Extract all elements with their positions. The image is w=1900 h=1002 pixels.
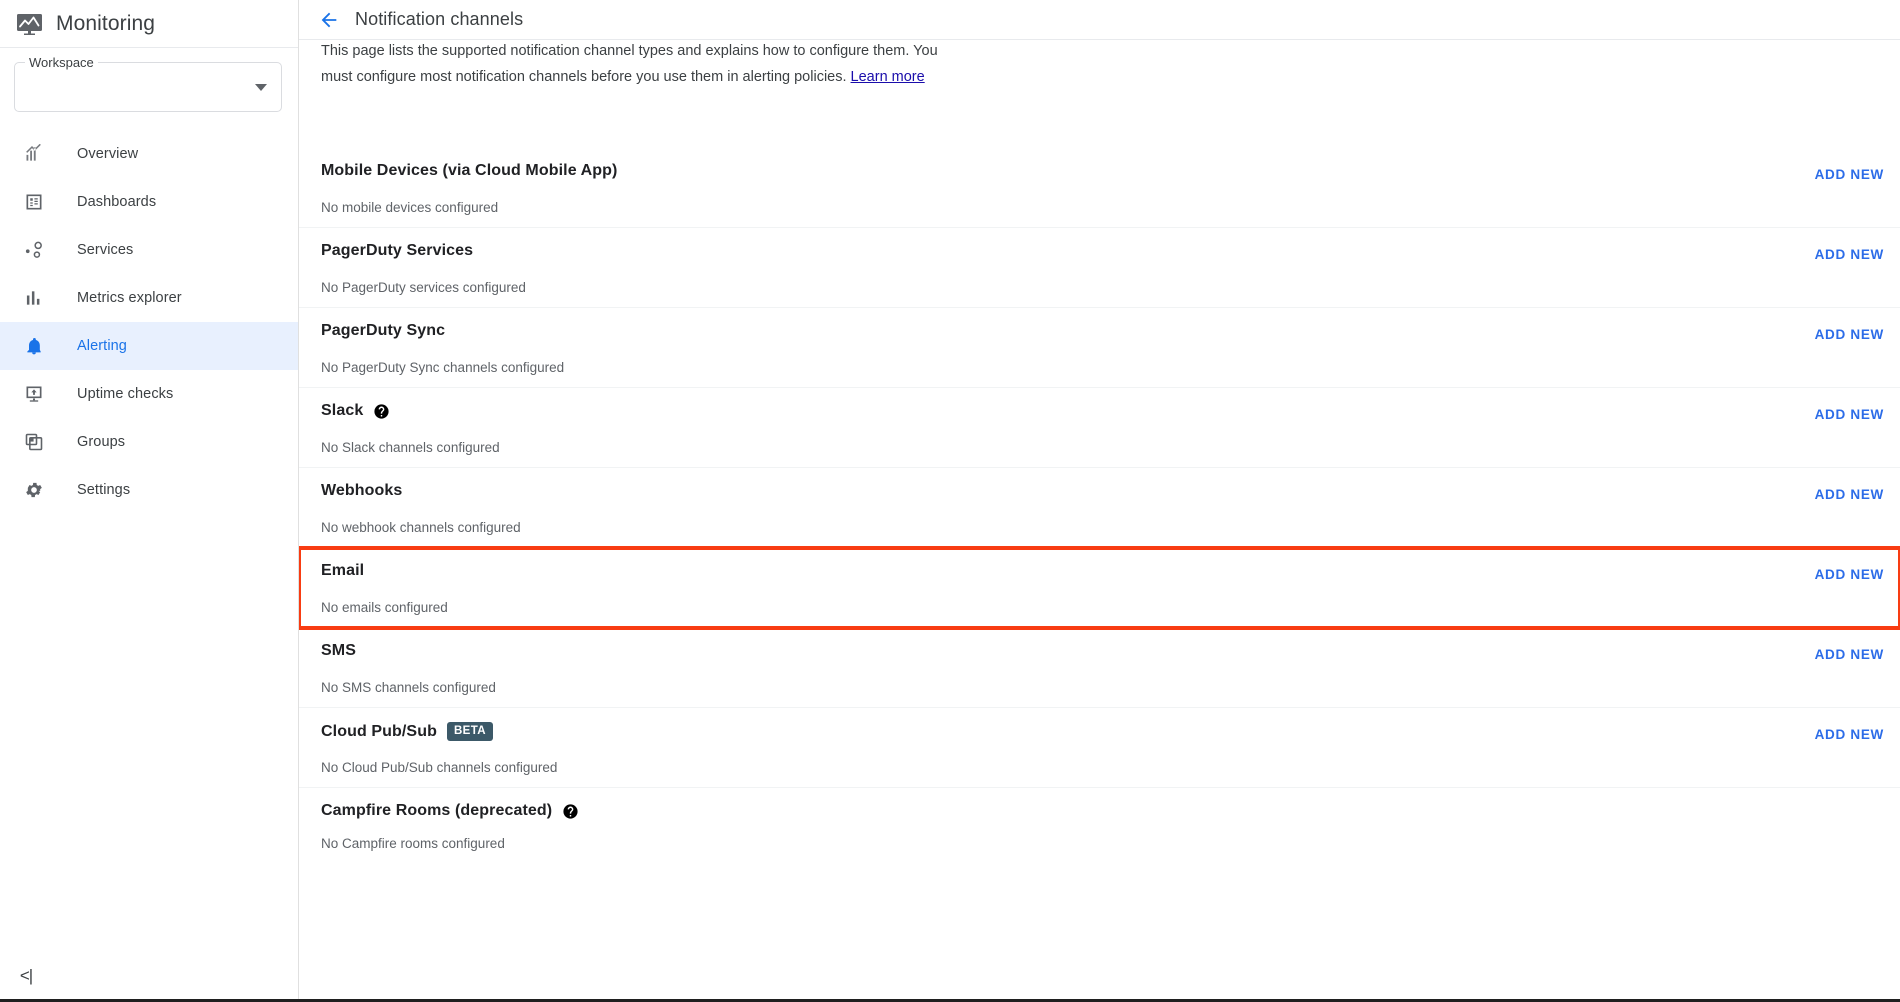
channel-title-wrap: Webhooks bbox=[321, 482, 402, 500]
page-title: Notification channels bbox=[355, 9, 524, 29]
channel-title: Campfire Rooms (deprecated) bbox=[321, 802, 553, 819]
channel-row-slack: Slack No Slack channels configured ADD N… bbox=[299, 388, 1900, 468]
sidebar-item-label: Settings bbox=[77, 482, 131, 498]
sidebar-item-dashboards[interactable]: Dashboards bbox=[0, 178, 298, 226]
workspace-select[interactable]: Workspace bbox=[14, 55, 282, 112]
channel-title-wrap: Slack bbox=[321, 402, 390, 420]
channel-title-wrap: Campfire Rooms (deprecated) bbox=[321, 802, 579, 820]
sidebar-item-label: Overview bbox=[77, 146, 139, 162]
chart-trend-icon bbox=[22, 142, 46, 166]
sidebar-item-services[interactable]: Services bbox=[0, 226, 298, 274]
channel-row-email: Email No emails configured ADD NEW bbox=[299, 546, 1900, 630]
channel-title: Webhooks bbox=[321, 482, 403, 499]
channel-title: Slack bbox=[321, 402, 364, 419]
workspace-selector-wrap: Workspace bbox=[0, 48, 298, 112]
add-new-button[interactable]: ADD NEW bbox=[1815, 487, 1884, 502]
channel-status: No mobile devices configured bbox=[321, 200, 499, 215]
channel-row-webhooks: Webhooks No webhook channels configured … bbox=[299, 468, 1900, 548]
beta-badge: BETA bbox=[446, 722, 494, 741]
sidebar-item-label: Dashboards bbox=[77, 194, 157, 210]
sidebar-item-label: Uptime checks bbox=[77, 386, 174, 402]
left-sidebar: Monitoring Workspace Overview Dashboards bbox=[0, 0, 299, 1002]
page-header: Notification channels bbox=[299, 0, 1900, 40]
channel-status: No PagerDuty services configured bbox=[321, 280, 526, 295]
channel-title: PagerDuty Sync bbox=[321, 322, 446, 339]
channel-row-cloud-pubsub: Cloud Pub/Sub BETA No Cloud Pub/Sub chan… bbox=[299, 708, 1900, 788]
collapse-sidebar-button[interactable]: <| bbox=[12, 964, 40, 988]
learn-more-link[interactable]: Learn more bbox=[851, 69, 925, 85]
channel-status: No emails configured bbox=[321, 600, 448, 615]
channel-title-wrap: Email bbox=[321, 562, 364, 580]
help-circle-icon[interactable] bbox=[373, 403, 390, 420]
channel-title-wrap: Mobile Devices (via Cloud Mobile App) bbox=[321, 162, 617, 180]
channel-title: SMS bbox=[321, 642, 356, 659]
sidebar-item-label: Groups bbox=[77, 434, 126, 450]
services-node-icon bbox=[22, 238, 46, 262]
channel-title-wrap: Cloud Pub/Sub BETA bbox=[321, 722, 494, 741]
bar-chart-icon bbox=[22, 286, 46, 310]
groups-layers-icon bbox=[22, 430, 46, 454]
sidebar-item-alerting[interactable]: Alerting bbox=[0, 322, 298, 370]
main-content: Notification channels This page lists th… bbox=[299, 0, 1900, 1002]
add-new-button[interactable]: ADD NEW bbox=[1815, 567, 1884, 582]
brand-title: Monitoring bbox=[56, 11, 156, 35]
channel-list: Mobile Devices (via Cloud Mobile App) No… bbox=[299, 148, 1900, 868]
chevron-down-icon[interactable] bbox=[255, 84, 267, 91]
channel-status: No Campfire rooms configured bbox=[321, 836, 505, 851]
channel-title-wrap: SMS bbox=[321, 642, 356, 660]
sidebar-item-overview[interactable]: Overview bbox=[0, 130, 298, 178]
dashboard-grid-icon bbox=[22, 190, 46, 214]
channel-status: No PagerDuty Sync channels configured bbox=[321, 360, 565, 375]
sidebar-item-settings[interactable]: Settings bbox=[0, 466, 298, 514]
add-new-button[interactable]: ADD NEW bbox=[1815, 167, 1884, 182]
channel-status: No SMS channels configured bbox=[321, 680, 496, 695]
channel-row-mobile-devices: Mobile Devices (via Cloud Mobile App) No… bbox=[299, 148, 1900, 228]
add-new-button[interactable]: ADD NEW bbox=[1815, 647, 1884, 662]
add-new-button[interactable]: ADD NEW bbox=[1815, 247, 1884, 262]
channel-title-wrap: PagerDuty Services bbox=[321, 242, 473, 260]
intro-paragraph: This page lists the supported notificati… bbox=[321, 38, 961, 90]
bell-icon bbox=[22, 334, 46, 358]
sidebar-item-label: Services bbox=[77, 242, 134, 258]
sidebar-item-uptime-checks[interactable]: Uptime checks bbox=[0, 370, 298, 418]
sidebar-nav: Overview Dashboards Services Metrics exp… bbox=[0, 130, 298, 514]
intro-text: This page lists the supported notificati… bbox=[321, 43, 938, 85]
channel-title-wrap: PagerDuty Sync bbox=[321, 322, 445, 340]
channel-row-pagerduty-sync: PagerDuty Sync No PagerDuty Sync channel… bbox=[299, 308, 1900, 388]
uptime-monitor-icon bbox=[22, 382, 46, 406]
workspace-label: Workspace bbox=[25, 55, 98, 70]
monitoring-chart-icon bbox=[14, 9, 44, 39]
help-circle-icon[interactable] bbox=[562, 803, 579, 820]
channel-title: Cloud Pub/Sub bbox=[321, 722, 437, 740]
sidebar-item-label: Alerting bbox=[77, 338, 127, 354]
add-new-button[interactable]: ADD NEW bbox=[1815, 727, 1884, 742]
channel-title: Mobile Devices (via Cloud Mobile App) bbox=[321, 162, 618, 179]
brand-header[interactable]: Monitoring bbox=[0, 0, 298, 48]
back-arrow-icon[interactable] bbox=[315, 6, 343, 34]
add-new-button[interactable]: ADD NEW bbox=[1815, 407, 1884, 422]
channel-status: No Slack channels configured bbox=[321, 440, 500, 455]
channel-title: PagerDuty Services bbox=[321, 242, 474, 259]
channel-row-sms: SMS No SMS channels configured ADD NEW bbox=[299, 628, 1900, 708]
channel-row-pagerduty-services: PagerDuty Services No PagerDuty services… bbox=[299, 228, 1900, 308]
gear-icon bbox=[22, 478, 46, 502]
channel-status: No Cloud Pub/Sub channels configured bbox=[321, 760, 558, 775]
channel-row-campfire-rooms: Campfire Rooms (deprecated) No Campfire … bbox=[299, 788, 1900, 868]
add-new-button[interactable]: ADD NEW bbox=[1815, 327, 1884, 342]
channel-status: No webhook channels configured bbox=[321, 520, 521, 535]
sidebar-item-label: Metrics explorer bbox=[77, 290, 182, 306]
sidebar-item-groups[interactable]: Groups bbox=[0, 418, 298, 466]
monitoring-app-window: Monitoring Workspace Overview Dashboards bbox=[0, 0, 1900, 1002]
channel-title: Email bbox=[321, 562, 365, 579]
sidebar-item-metrics-explorer[interactable]: Metrics explorer bbox=[0, 274, 298, 322]
